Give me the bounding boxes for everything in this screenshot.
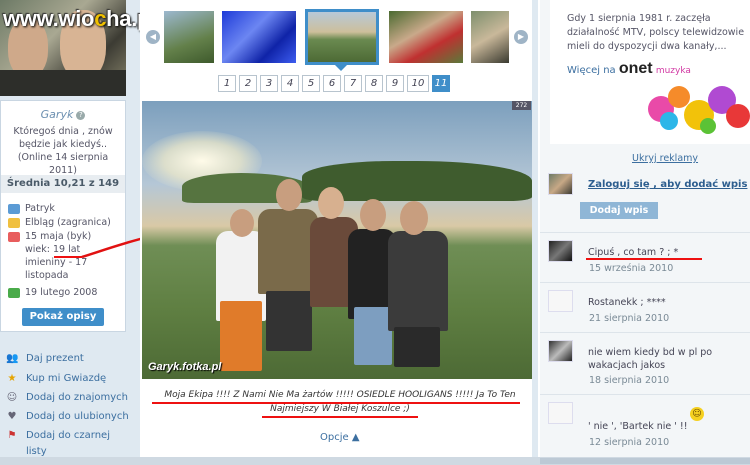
comment-date: 15 września 2010 <box>589 263 674 274</box>
ad-text[interactable]: Gdy 1 sierpnia 1981 r. zaczęła działalno… <box>567 12 747 54</box>
username: Garyk? <box>0 108 126 121</box>
blacklist-icon: ⚑ <box>7 430 17 441</box>
annotation-underline-comment <box>586 258 702 260</box>
favorite-icon: ♥ <box>7 411 17 422</box>
comment-text: nie wiem kiedy bd w pl po wakacjach jako… <box>588 347 713 371</box>
add-friend-link[interactable]: ☺ Dodaj do znajomych <box>6 392 128 403</box>
page-9[interactable]: 9 <box>386 75 404 92</box>
profile-motto: Któregoś dnia , znów będzie jak kiedyś..… <box>4 125 122 177</box>
photo-count-badge: 272 <box>512 101 531 110</box>
onet-logo: onet <box>618 60 653 77</box>
comment-text: Rostanekk ; **** <box>588 297 666 308</box>
rating-average: Średnia 10,21 z 149 <box>1 175 125 193</box>
page-2[interactable]: 2 <box>239 75 257 92</box>
hide-ads-link[interactable]: Ukryj reklamy <box>632 153 698 164</box>
page-6[interactable]: 6 <box>323 75 341 92</box>
page-5[interactable]: 5 <box>302 75 320 92</box>
divider <box>540 394 750 395</box>
page-3[interactable]: 3 <box>260 75 278 92</box>
gallery-thumbnail-selected[interactable] <box>305 9 379 65</box>
give-gift-link[interactable]: 👥 Daj prezent <box>6 353 84 364</box>
divider <box>540 332 750 333</box>
smiley-icon: ☺ <box>690 407 704 421</box>
page-7[interactable]: 7 <box>344 75 362 92</box>
add-entry-button[interactable]: Dodaj wpis <box>580 202 658 219</box>
online-status: (Online 14 sierpnia 2011) <box>17 152 109 176</box>
site-watermark: www.wiocha.pl <box>3 6 156 31</box>
scrollbar-thumb[interactable] <box>540 458 750 464</box>
comment-text: ' nie ', 'Bartek nie ' !! <box>588 421 688 432</box>
photo-credit: Garyk.fotka.pl <box>148 361 222 373</box>
star-icon: ★ <box>7 373 17 384</box>
selected-pointer <box>334 64 348 71</box>
login-to-post-link[interactable]: Zaloguj się , aby dodać wpis <box>588 179 747 190</box>
comment-date: 18 sierpnia 2010 <box>589 375 670 386</box>
comment-date: 12 sierpnia 2010 <box>589 437 670 448</box>
avatar[interactable] <box>548 402 573 424</box>
person-icon <box>8 204 20 214</box>
main-photo[interactable] <box>142 101 532 379</box>
join-date-icon <box>8 288 20 298</box>
avatar[interactable] <box>548 290 573 312</box>
gallery-thumbnail[interactable] <box>222 11 296 63</box>
chevron-left-icon[interactable]: ◀ <box>146 30 160 44</box>
add-blacklist-link-cont[interactable]: listy <box>6 446 47 457</box>
divider <box>540 232 750 233</box>
avatar[interactable] <box>548 340 573 362</box>
folder-icon <box>8 218 20 228</box>
add-blacklist-link[interactable]: ⚑ Dodaj do czarnej <box>6 430 110 441</box>
page-8[interactable]: 8 <box>365 75 383 92</box>
gallery-thumbnail[interactable] <box>471 11 509 63</box>
page-11[interactable]: 11 <box>432 75 450 92</box>
chevron-right-icon[interactable]: ▶ <box>514 30 528 44</box>
gallery-thumbnail[interactable] <box>389 11 463 63</box>
annotation-underline-caption-2 <box>262 416 418 418</box>
page-4[interactable]: 4 <box>281 75 299 92</box>
birthday-icon <box>8 232 20 242</box>
avatar[interactable] <box>548 240 573 262</box>
annotation-underline-caption <box>152 402 520 404</box>
gift-icon: 👥 <box>6 353 19 364</box>
page-10[interactable]: 10 <box>407 75 429 92</box>
ad-more-link[interactable]: Więcej na onet muzyka <box>567 60 691 78</box>
page-1[interactable]: 1 <box>218 75 236 92</box>
gallery-thumbnail[interactable] <box>164 11 214 63</box>
options-toggle[interactable]: Opcje ▲ <box>320 432 360 443</box>
comment-date: 21 sierpnia 2010 <box>589 313 670 324</box>
add-friend-icon: ☺ <box>6 392 18 403</box>
divider <box>540 282 750 283</box>
avatar[interactable] <box>548 173 573 195</box>
buy-star-link[interactable]: ★ Kup mi Gwiazdę <box>6 373 107 384</box>
question-icon[interactable]: ? <box>76 111 86 120</box>
show-descriptions-button[interactable]: Pokaż opisy <box>22 308 104 326</box>
add-favorite-link[interactable]: ♥ Dodaj do ulubionych <box>6 411 129 422</box>
